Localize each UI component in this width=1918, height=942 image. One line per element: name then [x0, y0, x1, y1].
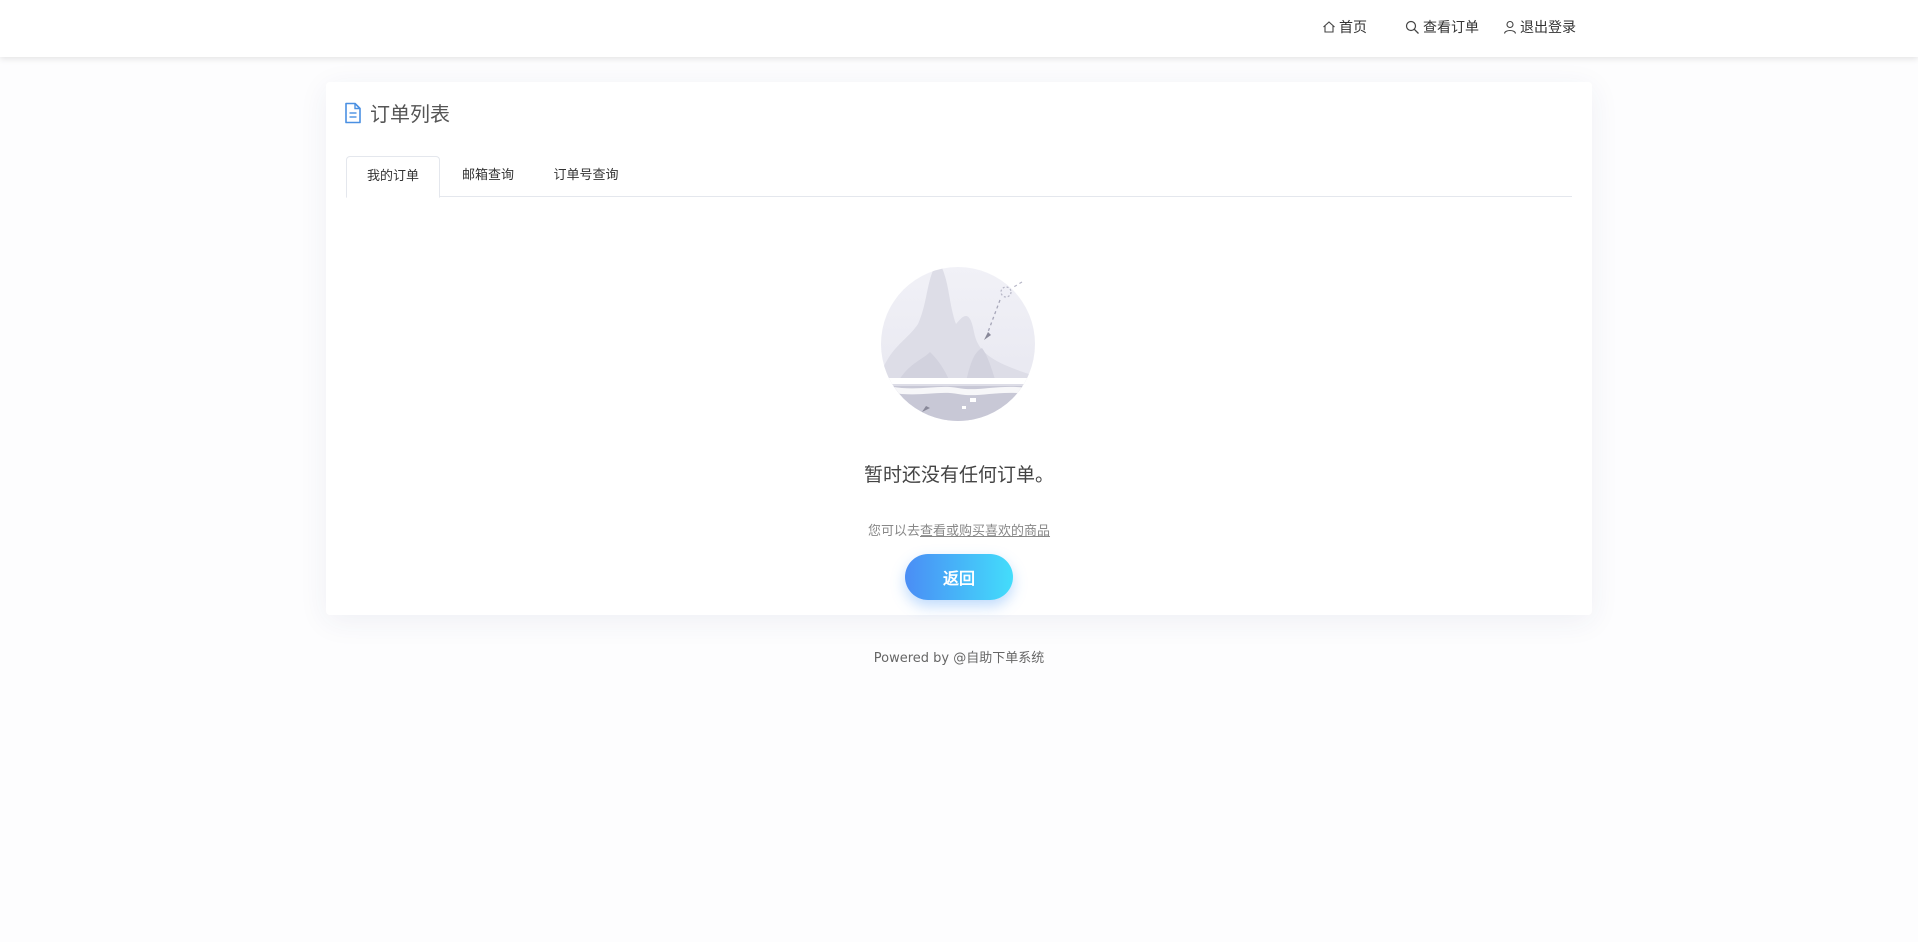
home-icon — [1323, 21, 1335, 33]
tab-my-orders[interactable]: 我的订单 — [346, 156, 440, 198]
back-button[interactable]: 返回 — [905, 554, 1013, 600]
search-icon — [1405, 20, 1419, 34]
nav-orders-label: 查看订单 — [1423, 20, 1479, 36]
order-tabs: 我的订单 邮箱查询 订单号查询 — [346, 156, 1572, 198]
tab-order-number-query[interactable]: 订单号查询 — [536, 156, 636, 197]
nav-logout-link[interactable]: 退出登录 — [1503, 17, 1576, 37]
document-icon — [345, 102, 361, 123]
empty-illustration — [881, 267, 1035, 421]
browse-products-link[interactable]: 查看或购买喜欢的商品 — [920, 524, 1050, 539]
top-nav-links: 首页 查看订单 退出登录 — [1322, 17, 1576, 37]
footer-powered-by: Powered by @自助下单系统 — [873, 651, 1045, 666]
nav-home-label: 首页 — [1339, 20, 1367, 36]
nav-logout-label: 退出登录 — [1520, 20, 1576, 36]
nav-orders-link[interactable]: 查看订单 — [1405, 17, 1479, 37]
page-title: 订单列表 — [370, 102, 450, 126]
user-icon — [1503, 20, 1517, 34]
top-navbar: 首页 查看订单 退出登录 — [0, 0, 1918, 57]
empty-state-title: 暂时还没有任何订单。 — [863, 464, 1054, 486]
empty-hint-prefix: 您可以去 — [867, 524, 920, 539]
empty-state-hint: 您可以去查看或购买喜欢的商品 — [326, 520, 1592, 539]
card-header: 订单列表 — [344, 98, 450, 127]
order-list-card: 订单列表 我的订单 邮箱查询 订单号查询 暂时还没有任何订单。 您可以去查看或购… — [326, 82, 1592, 615]
tab-email-query[interactable]: 邮箱查询 — [440, 156, 536, 197]
nav-home-link[interactable]: 首页 — [1322, 17, 1367, 37]
